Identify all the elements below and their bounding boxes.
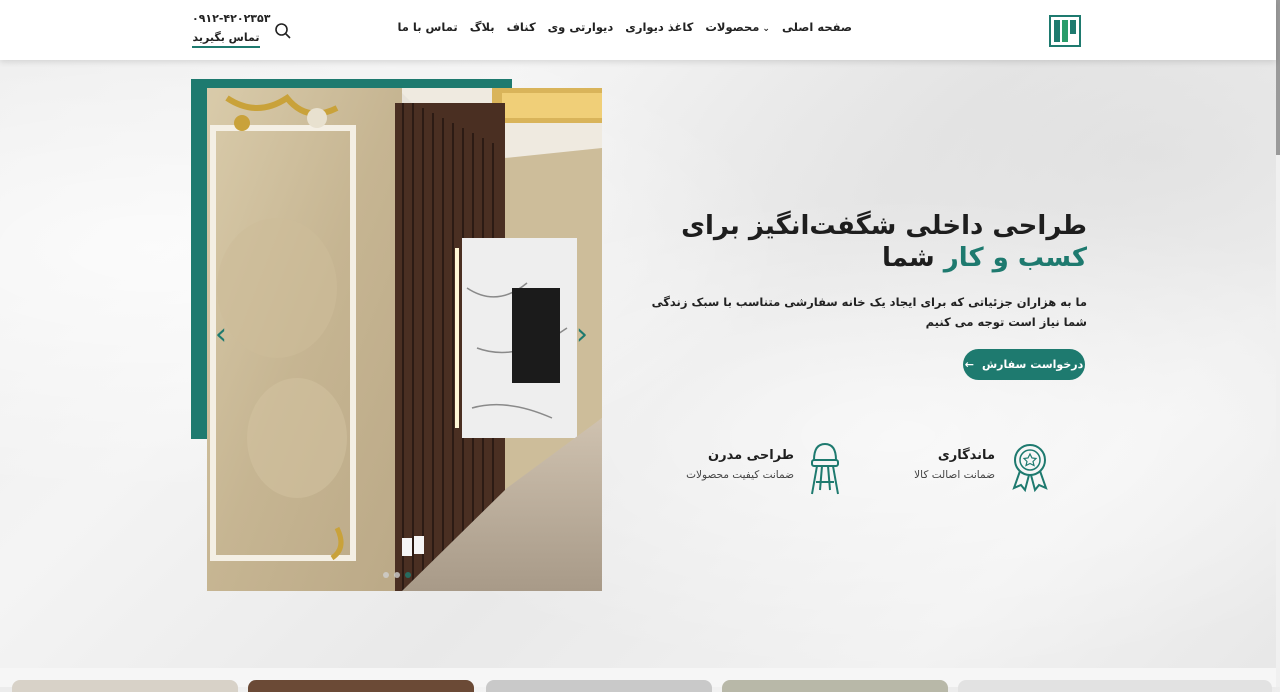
hero-title-line1: طراحی داخلی شگفت‌انگیز برای [681, 211, 1087, 241]
nav-home[interactable]: صفحه اصلی [782, 20, 852, 34]
chair-icon [811, 442, 839, 495]
product-card[interactable] [12, 680, 238, 692]
feature-durability: ماندگاری ضمانت اصالت کالا [905, 448, 995, 481]
contact-button[interactable]: تماس بگیرید [192, 31, 260, 48]
product-card[interactable] [722, 680, 948, 692]
slider-dot[interactable] [383, 572, 389, 578]
brand-logo-icon[interactable] [1048, 14, 1082, 48]
phone-number[interactable]: ۰۹۱۲-۴۲۰۲۳۵۳ [192, 12, 270, 25]
slider-dots [383, 572, 411, 578]
nav-tv-wall[interactable]: دیوارتی وی [548, 20, 614, 34]
hero-title: طراحی داخلی شگفت‌انگیز برای کسب و کار شم… [645, 210, 1087, 274]
hero-title-accent: کسب و کار [943, 243, 1087, 273]
nav-products[interactable]: محصولات ⌄ [705, 20, 770, 34]
order-request-label: درخواست سفارش [981, 358, 1084, 371]
hero-title-rest: شما [881, 243, 935, 273]
product-card[interactable] [248, 680, 474, 692]
slider-dot[interactable] [394, 572, 400, 578]
search-icon[interactable] [274, 22, 292, 40]
hero-title-line2: کسب و کار شما [645, 242, 1087, 274]
slider-prev-arrow[interactable]: ‹ [215, 320, 227, 350]
interior-photo [207, 88, 602, 591]
nav-blog[interactable]: بلاگ [470, 20, 495, 34]
order-request-button[interactable]: درخواست سفارش ← [963, 349, 1085, 380]
scrollbar-thumb[interactable] [1276, 0, 1280, 155]
feature-modern-design: طراحی مدرن ضمانت کیفیت محصولات [662, 448, 794, 481]
slider-next-arrow[interactable]: › [576, 320, 588, 350]
nav-contact[interactable]: تماس با ما [397, 20, 457, 34]
hero-section: طراحی داخلی شگفت‌انگیز برای کسب و کار شم… [645, 210, 1087, 332]
feature-title: ماندگاری [937, 448, 995, 463]
slider-dot-active[interactable] [405, 572, 411, 578]
feature-subtitle: ضمانت کیفیت محصولات [686, 469, 794, 481]
feature-subtitle: ضمانت اصالت کالا [914, 469, 995, 481]
nav-wallpaper[interactable]: کاغذ دیواری [625, 20, 693, 34]
arrow-left-icon: ← [964, 358, 974, 371]
feature-title: طراحی مدرن [708, 448, 794, 463]
site-header: صفحه اصلی محصولات ⌄ کاغذ دیواری دیوارتی و… [0, 0, 1276, 60]
hero-slider-image [207, 88, 602, 591]
product-card[interactable] [486, 680, 712, 692]
chevron-down-icon: ⌄ [762, 24, 770, 34]
hero-description: ما به هزاران جزئیاتی که برای ایجاد یک خا… [651, 295, 1087, 329]
product-card[interactable] [958, 680, 1272, 692]
nav-products-label: محصولات [705, 20, 760, 34]
main-nav: صفحه اصلی محصولات ⌄ کاغذ دیواری دیوارتی و… [397, 20, 852, 34]
award-badge-icon [1012, 444, 1048, 492]
nav-knauf[interactable]: کناف [507, 20, 536, 34]
scrollbar[interactable] [1276, 0, 1280, 687]
